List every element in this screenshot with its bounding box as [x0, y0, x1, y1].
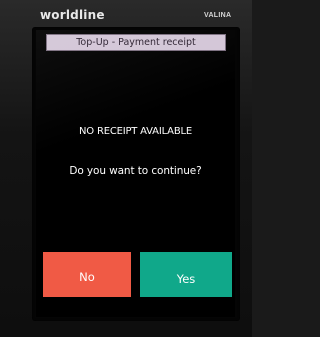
- screen-title: Top-Up - Payment receipt: [76, 37, 196, 48]
- yes-button[interactable]: Yes: [140, 252, 232, 297]
- continue-question: Do you want to continue?: [69, 165, 202, 177]
- screen-title-bar: Top-Up - Payment receipt: [46, 34, 226, 51]
- no-button-label: No: [79, 269, 95, 284]
- model-name: VALINA: [204, 12, 232, 19]
- no-button[interactable]: No: [43, 252, 131, 297]
- brand-logo: worldline: [40, 8, 105, 22]
- terminal-screen: Top-Up - Payment receipt NO RECEIPT AVAI…: [36, 30, 235, 317]
- payment-terminal: worldline VALINA Top-Up - Payment receip…: [0, 0, 252, 337]
- no-receipt-message: NO RECEIPT AVAILABLE: [79, 126, 192, 137]
- yes-button-label: Yes: [176, 271, 196, 286]
